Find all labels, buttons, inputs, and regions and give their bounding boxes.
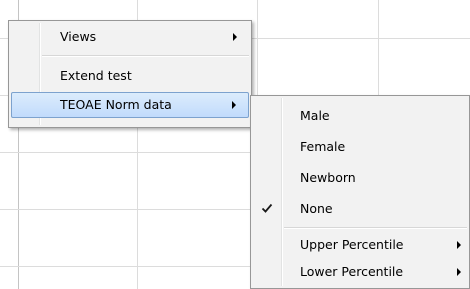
menu-item-male[interactable]: Male — [253, 103, 467, 129]
menu-item-newborn[interactable]: Newborn — [253, 165, 467, 191]
menu-item-extend-test[interactable]: Extend test — [11, 63, 249, 89]
menu-item-label: None — [300, 201, 333, 216]
menu-item-label: Newborn — [300, 170, 356, 185]
menu-item-female[interactable]: Female — [253, 134, 467, 160]
chevron-right-icon — [233, 33, 237, 41]
menu-separator — [284, 227, 467, 229]
menu-item-label: Lower Percentile — [300, 264, 404, 279]
menu-item-label: TEOAE Norm data — [60, 97, 172, 112]
menu-item-teoae-norm-data[interactable]: TEOAE Norm data — [11, 92, 249, 118]
check-icon — [261, 203, 273, 213]
check-area — [253, 196, 279, 222]
norm-data-submenu: Male Female Newborn None Upper Percentil… — [250, 95, 470, 289]
menu-item-label: Extend test — [60, 68, 132, 83]
menu-item-label: Male — [300, 108, 330, 123]
chevron-right-icon — [232, 101, 236, 109]
chevron-right-icon — [457, 241, 461, 249]
context-menu: Views Extend test TEOAE Norm data — [8, 20, 252, 128]
menu-item-lower-percentile[interactable]: Lower Percentile — [253, 259, 467, 285]
menu-separator — [42, 55, 249, 57]
menu-item-upper-percentile[interactable]: Upper Percentile — [253, 232, 467, 258]
menu-item-views[interactable]: Views — [11, 24, 249, 50]
menu-item-label: Female — [300, 139, 346, 154]
menu-item-label: Views — [60, 29, 97, 44]
menu-item-none[interactable]: None — [253, 196, 467, 222]
menu-item-label: Upper Percentile — [300, 237, 404, 252]
chevron-right-icon — [457, 268, 461, 276]
